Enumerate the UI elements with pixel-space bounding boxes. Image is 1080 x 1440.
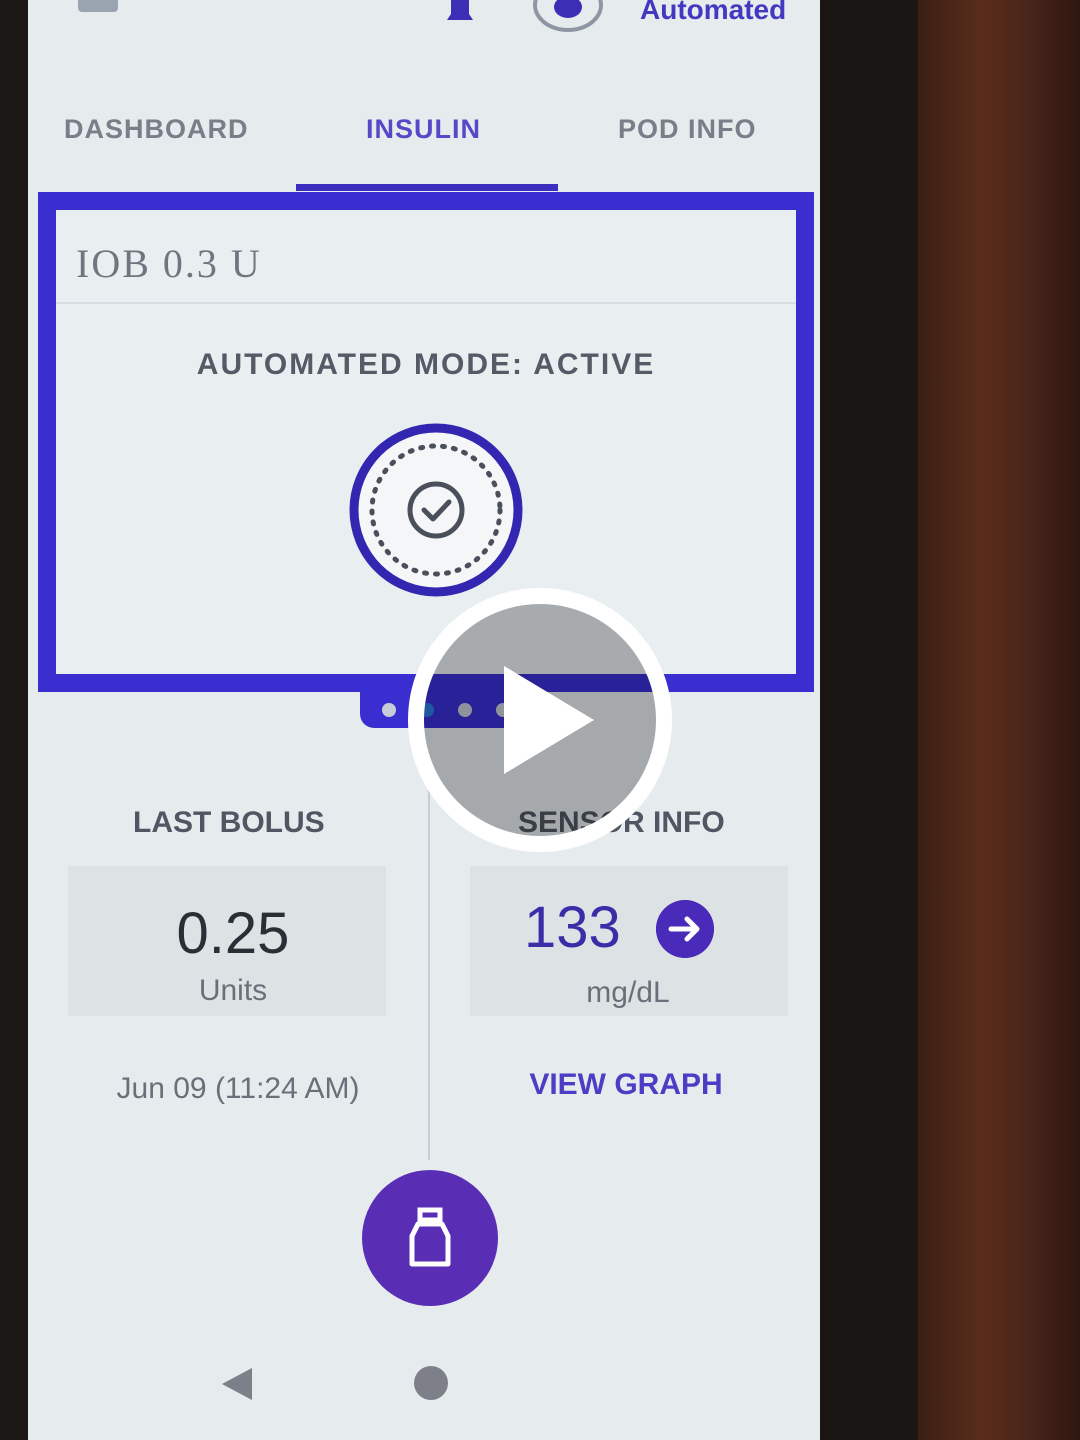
bolus-fab-button[interactable] [362, 1170, 498, 1306]
view-graph-link[interactable]: VIEW GRAPH [476, 1068, 776, 1102]
background-wood [918, 0, 1080, 1440]
last-bolus-value: 0.25 [176, 901, 290, 966]
device-bezel-right [818, 0, 918, 1440]
tab-pod-info[interactable]: POD INFO [618, 114, 757, 145]
page-dot [382, 703, 396, 717]
arrow-right-icon[interactable] [656, 900, 714, 958]
tab-insulin[interactable]: INSULIN [366, 114, 481, 145]
check-circle-icon [349, 423, 523, 597]
automated-mode-icon[interactable] [533, 0, 603, 32]
back-triangle-icon[interactable] [216, 1364, 256, 1404]
last-bolus-unit: Units [198, 974, 268, 1007]
divider [56, 302, 796, 304]
home-circle-icon[interactable] [414, 1366, 448, 1400]
mode-label: Automated [640, 0, 787, 25]
insulin-on-board: IOB 0.3 U [76, 241, 262, 286]
top-app-bar: Automated [28, 0, 820, 40]
active-tab-indicator [296, 184, 558, 191]
play-icon[interactable] [404, 584, 676, 856]
bell-icon[interactable] [443, 0, 477, 28]
tab-bar: DASHBOARD INSULIN POD INFO [28, 80, 820, 191]
device-bezel-left [0, 0, 30, 1440]
last-bolus-title: LAST BOLUS [133, 806, 325, 839]
tab-dashboard[interactable]: DASHBOARD [64, 114, 249, 145]
last-bolus-date: Jun 09 (11:24 AM) [116, 1072, 360, 1105]
automated-mode-status: AUTOMATED MODE: ACTIVE [196, 348, 656, 381]
menu-icon[interactable] [78, 0, 118, 12]
glucose-value: 133 [524, 895, 621, 960]
insulin-vial-icon [409, 1207, 451, 1267]
glucose-unit: mg/dL [586, 976, 670, 1009]
